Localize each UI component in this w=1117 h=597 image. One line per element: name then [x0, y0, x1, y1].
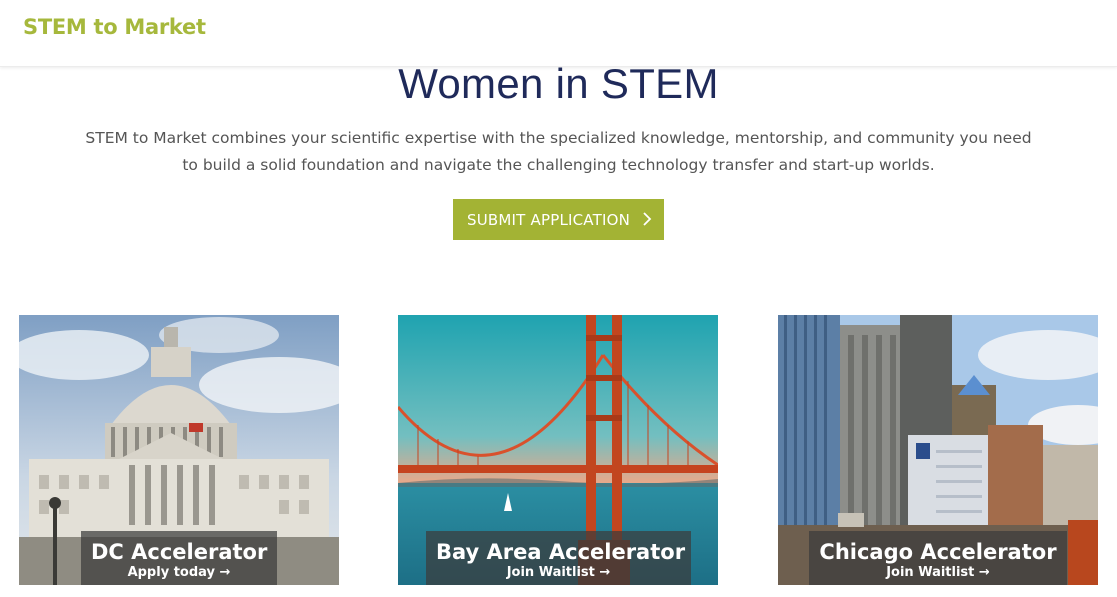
dc-accelerator-card[interactable]: DC Accelerator Apply today →: [19, 315, 339, 585]
card-title: Bay Area Accelerator: [436, 540, 686, 564]
page-title: Women in STEM: [398, 60, 719, 107]
card-link[interactable]: Join Waitlist →: [436, 565, 681, 581]
submit-application-label: SUBMIT APPLICATION: [467, 210, 631, 229]
brand-logo-link[interactable]: STEM to Market: [23, 15, 206, 39]
bay-area-accelerator-card[interactable]: Bay Area Accelerator Join Waitlist →: [398, 315, 718, 585]
card-title: Chicago Accelerator: [819, 540, 1057, 564]
card-label: Chicago Accelerator Join Waitlist →: [809, 531, 1067, 585]
card-label: Bay Area Accelerator Join Waitlist →: [426, 531, 691, 585]
site-header: STEM to Market: [0, 0, 1117, 67]
card-link[interactable]: Join Waitlist →: [819, 565, 1057, 581]
card-label: DC Accelerator Apply today →: [81, 531, 277, 585]
card-title: DC Accelerator: [91, 540, 268, 564]
chicago-accelerator-card[interactable]: Chicago Accelerator Join Waitlist →: [778, 315, 1098, 585]
hero-description: STEM to Market combines your scientific …: [85, 129, 1032, 174]
chevron-right-icon: [643, 212, 652, 226]
submit-application-button[interactable]: SUBMIT APPLICATION: [453, 199, 664, 240]
card-link[interactable]: Apply today →: [91, 565, 267, 581]
